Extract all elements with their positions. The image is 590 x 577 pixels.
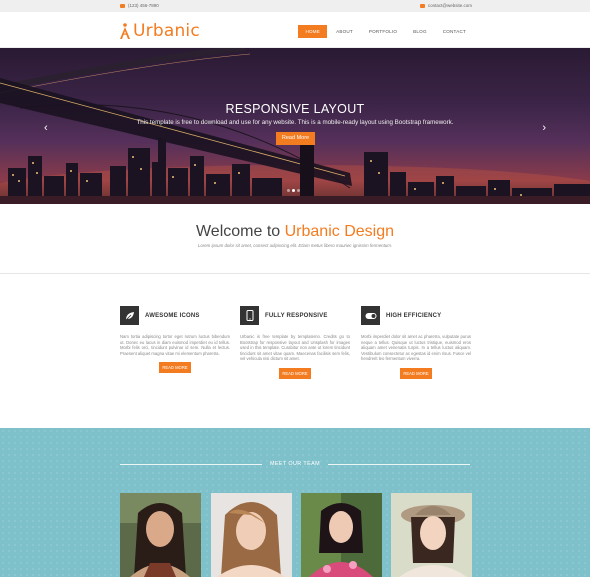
feature-read-more-button[interactable]: READ MORE — [400, 367, 432, 379]
hero-slider: RESPONSIVE LAYOUT This template is free … — [0, 48, 590, 204]
feature-text: Morbi imperdiet dolor sit amet ac pharet… — [361, 334, 471, 362]
feature-fully-responsive: FULLY RESPONSIVE Urbanic is free templat… — [240, 306, 350, 379]
team-member-photo-4[interactable] — [391, 493, 472, 577]
welcome-title-accent: Urbanic Design — [284, 223, 394, 240]
team-member-photo-2[interactable] — [211, 493, 292, 577]
feature-high-efficiency: HIGH EFFICIENCY Morbi imperdiet dolor si… — [361, 306, 471, 379]
team-section: MEET OUR TEAM — [0, 428, 590, 577]
slider-dot-2[interactable] — [292, 189, 295, 192]
slider-next-arrow-icon[interactable]: › — [542, 123, 546, 134]
email-address[interactable]: contact@website.com — [428, 3, 472, 8]
welcome-subtitle: Lorem ipsum dolor sit amet, consect adip… — [197, 243, 393, 248]
feature-read-more-button[interactable]: READ MORE — [279, 367, 311, 379]
hero-read-more-button[interactable]: Read More — [276, 132, 315, 145]
logo-icon — [120, 23, 130, 39]
feature-text: Nam tortia adipiscing tortor eget rutrum… — [120, 334, 230, 356]
city-bridge-image — [0, 48, 590, 204]
welcome-section: Welcome to Urbanic Design Lorem ipsum do… — [0, 204, 590, 274]
nav-blog[interactable]: BLOG — [406, 25, 434, 38]
welcome-title: Welcome to Urbanic Design — [0, 223, 590, 241]
email-info[interactable]: contact@website.com — [419, 3, 472, 8]
envelope-icon — [419, 3, 425, 8]
feature-title: FULLY RESPONSIVE — [265, 312, 328, 319]
slider-prev-arrow-icon[interactable]: ‹ — [44, 123, 48, 134]
divider-line-right — [328, 464, 470, 465]
welcome-title-plain: Welcome to — [195, 223, 285, 240]
feature-text: Urbanic is free template by templatemo. … — [240, 334, 350, 362]
feature-read-more-button[interactable]: READ MORE — [159, 362, 191, 374]
phone-info: (123) 456-7890 — [120, 3, 159, 8]
features-section: AWESOME ICONS Nam tortia adipiscing tort… — [0, 274, 590, 428]
team-member-photo-1[interactable] — [120, 493, 201, 577]
toggle-icon — [361, 306, 380, 325]
mobile-icon — [240, 306, 259, 325]
main-nav: HOME ABOUT PORTFOLIO BLOG CONTACT — [298, 25, 473, 38]
slider-dot-3[interactable] — [297, 189, 300, 192]
nav-about[interactable]: ABOUT — [329, 25, 360, 38]
site-header: Urbanic HOME ABOUT PORTFOLIO BLOG CONTAC… — [0, 12, 590, 48]
feature-title: AWESOME ICONS — [145, 312, 200, 319]
feature-awesome-icons: AWESOME ICONS Nam tortia adipiscing tort… — [120, 306, 230, 374]
slider-dots — [287, 189, 300, 192]
top-bar: (123) 456-7890 contact@website.com — [0, 0, 590, 12]
logo[interactable]: Urbanic — [119, 21, 200, 41]
team-member-photo-3[interactable] — [301, 493, 382, 577]
logo-text: Urbanic — [133, 21, 200, 41]
phone-number: (123) 456-7890 — [128, 3, 159, 8]
feature-title: HIGH EFFICIENCY — [386, 312, 442, 319]
nav-home[interactable]: HOME — [298, 25, 328, 38]
phone-icon — [120, 3, 125, 8]
slider-dot-1[interactable] — [287, 189, 290, 192]
hero-subtitle: This template is free to download and us… — [136, 119, 454, 126]
leaf-icon — [120, 306, 139, 325]
nav-portfolio[interactable]: PORTFOLIO — [362, 25, 404, 38]
nav-contact[interactable]: CONTACT — [436, 25, 473, 38]
team-label: MEET OUR TEAM — [270, 461, 320, 467]
hero-title: RESPONSIVE LAYOUT — [225, 102, 365, 116]
